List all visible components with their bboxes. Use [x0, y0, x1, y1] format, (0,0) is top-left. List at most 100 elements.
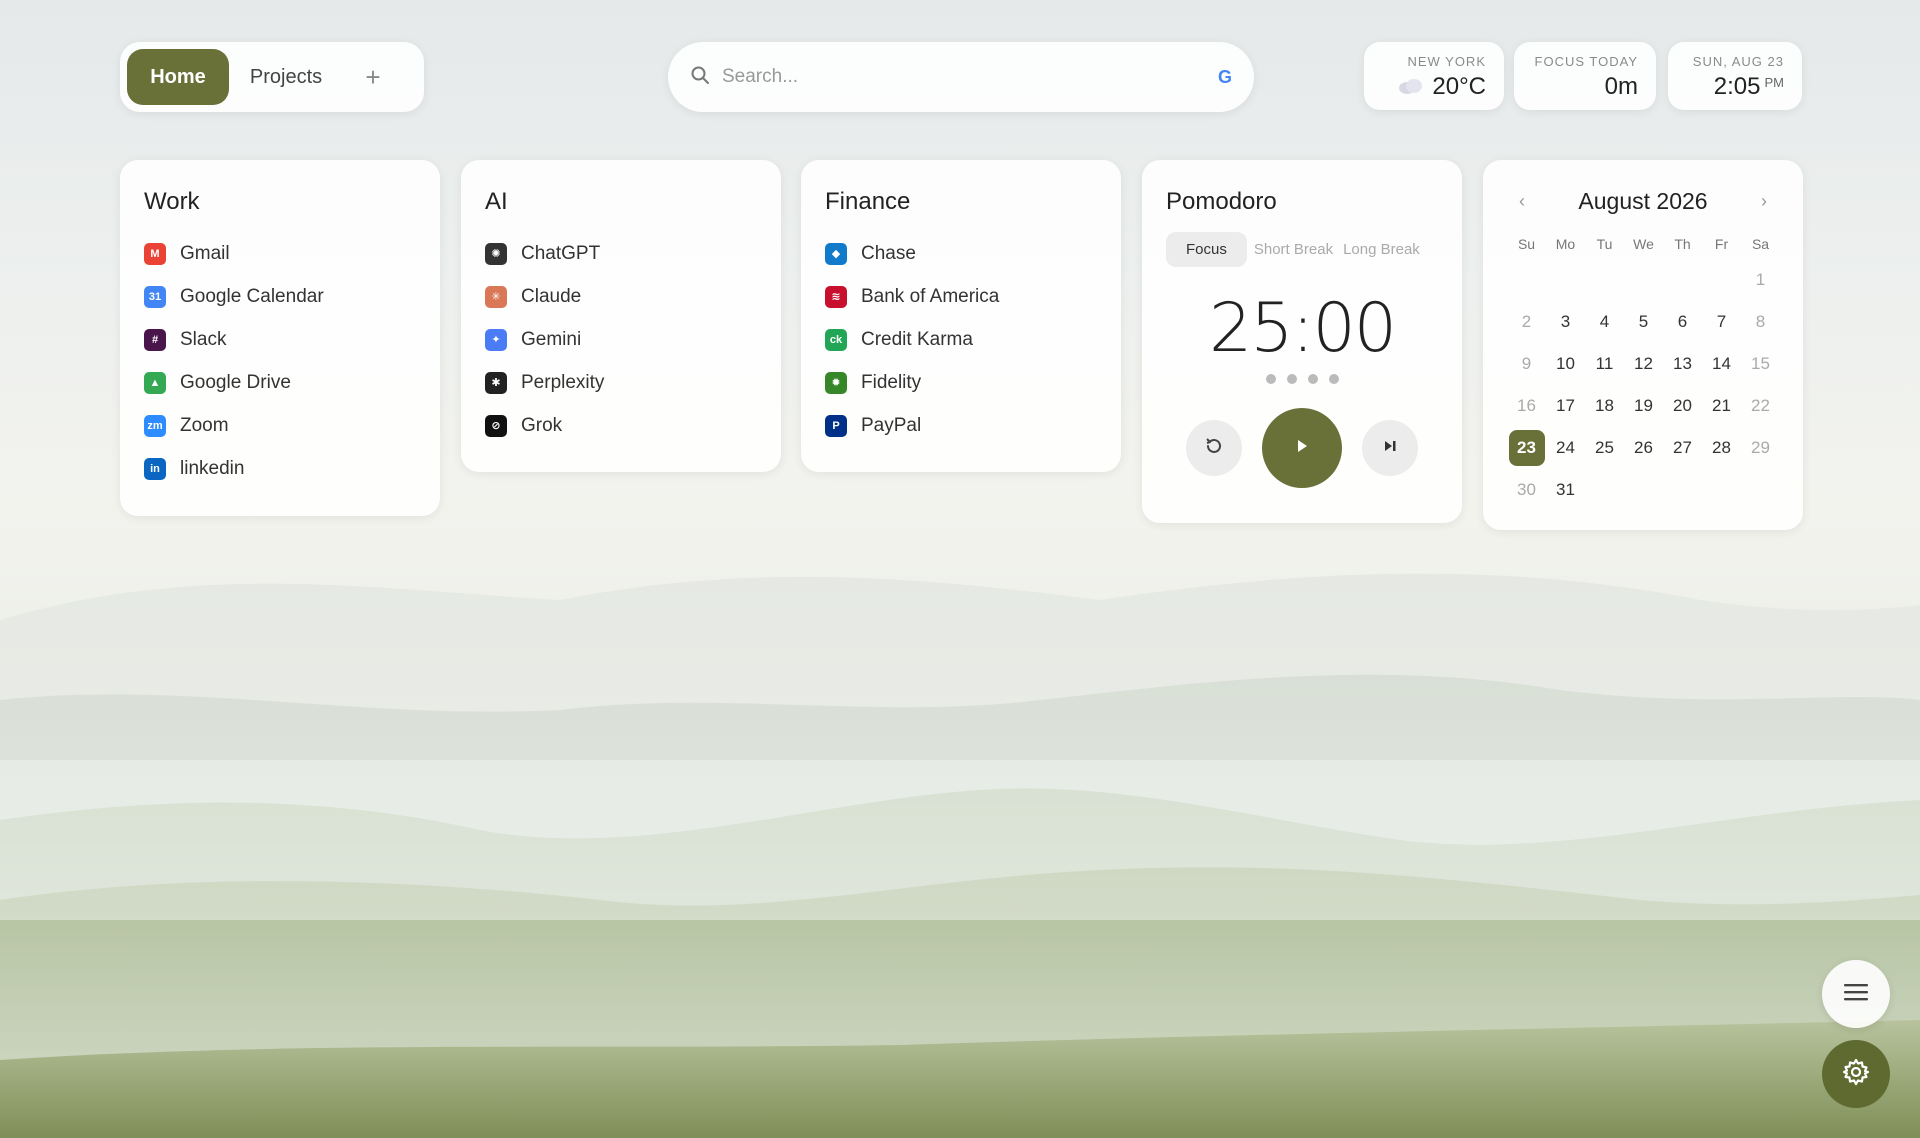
calendar-day[interactable]: 14 — [1702, 343, 1741, 385]
session-dot — [1328, 374, 1339, 384]
calendar-day[interactable]: 2 — [1507, 301, 1546, 343]
link-label: ChatGPT — [521, 242, 601, 264]
search-input[interactable] — [722, 66, 1218, 88]
weekday-label: Su — [1517, 236, 1536, 252]
calendar-day[interactable]: 9 — [1507, 343, 1546, 385]
calendar-day[interactable]: 12 — [1624, 343, 1663, 385]
calendar-day[interactable]: 15 — [1741, 343, 1780, 385]
link-perplexity[interactable]: ✱ Perplexity — [485, 361, 757, 404]
link-credit-karma[interactable]: ck Credit Karma — [825, 318, 1097, 361]
next-month-icon[interactable]: › — [1761, 191, 1767, 212]
calendar-day[interactable]: 22 — [1741, 385, 1780, 427]
calendar-card: ‹ August 2026 › Su Mo Tu We Th Fr Sa 1 2 3 4 5 6 7 8 9 1… — [1483, 160, 1803, 530]
link-label: Gmail — [180, 242, 230, 264]
calendar-day-today[interactable]: 23 — [1507, 427, 1546, 469]
link-label: Perplexity — [521, 371, 605, 393]
link-chase[interactable]: ◆ Chase — [825, 232, 1097, 275]
weekday-label: Th — [1674, 236, 1691, 252]
linkedin-icon: in — [144, 457, 166, 480]
mode-short-break[interactable]: Short Break — [1249, 241, 1338, 258]
settings-button[interactable] — [1822, 1040, 1890, 1108]
tab-home[interactable]: Home — [127, 49, 229, 105]
calendar-day[interactable]: 8 — [1741, 301, 1780, 343]
link-gemini[interactable]: ✦ Gemini — [485, 318, 757, 361]
calendar-day[interactable]: 21 — [1702, 385, 1741, 427]
link-zoom[interactable]: zm Zoom — [144, 404, 416, 447]
calendar-day[interactable]: 20 — [1663, 385, 1702, 427]
session-dot — [1307, 374, 1318, 384]
clock-widget: SUN, AUG 23 2:05 PM — [1668, 42, 1802, 110]
tab-projects[interactable]: Projects — [229, 49, 343, 105]
gmail-icon: M — [144, 242, 166, 265]
calendar-day[interactable]: 17 — [1546, 385, 1585, 427]
menu-button[interactable] — [1822, 960, 1890, 1028]
calendar-empty-cell — [1546, 259, 1585, 301]
link-google-drive[interactable]: ▲ Google Drive — [144, 361, 416, 404]
menu-icon — [1843, 982, 1869, 1007]
calendar-day[interactable]: 13 — [1663, 343, 1702, 385]
pomodoro-title: Pomodoro — [1166, 188, 1277, 215]
calendar-day[interactable]: 31 — [1546, 469, 1585, 511]
calendar-day[interactable]: 3 — [1546, 301, 1585, 343]
link-gmail[interactable]: M Gmail — [144, 232, 416, 275]
weekday-label: Fr — [1714, 236, 1729, 252]
calendar-day[interactable]: 30 — [1507, 469, 1546, 511]
zoom-icon: zm — [144, 414, 166, 437]
link-linkedin[interactable]: in linkedin — [144, 447, 416, 490]
calendar-empty-cell — [1585, 259, 1624, 301]
calendar-day[interactable]: 28 — [1702, 427, 1741, 469]
calendar-day[interactable]: 7 — [1702, 301, 1741, 343]
calendar-day[interactable]: 25 — [1585, 427, 1624, 469]
link-label: Grok — [521, 414, 563, 436]
focus-widget: FOCUS TODAY 0m — [1514, 42, 1656, 110]
calendar-day[interactable]: 26 — [1624, 427, 1663, 469]
calendar-title: August 2026 — [1578, 188, 1708, 214]
finance-title: Finance — [825, 188, 911, 215]
link-label: Zoom — [180, 414, 229, 436]
link-slack[interactable]: # Slack — [144, 318, 416, 361]
link-grok[interactable]: ⊘ Grok — [485, 404, 757, 447]
link-paypal[interactable]: P PayPal — [825, 404, 1097, 447]
calendar-day[interactable]: 27 — [1663, 427, 1702, 469]
paypal-icon: P — [825, 414, 847, 437]
fidelity-icon: ✹ — [825, 371, 847, 394]
add-tab-button[interactable]: + — [343, 49, 403, 105]
mode-focus[interactable]: Focus — [1166, 232, 1247, 267]
calendar-empty-cell — [1663, 259, 1702, 301]
link-label: linkedin — [180, 457, 245, 479]
link-bank-of-america[interactable]: ≋ Bank of America — [825, 275, 1097, 318]
skip-button[interactable] — [1362, 420, 1418, 476]
link-label: Google Drive — [180, 371, 291, 393]
calendar-day[interactable]: 19 — [1624, 385, 1663, 427]
link-claude[interactable]: ✳ Claude — [485, 275, 757, 318]
session-dots — [1166, 374, 1438, 384]
calendar-day[interactable]: 24 — [1546, 427, 1585, 469]
link-fidelity[interactable]: ✹ Fidelity — [825, 361, 1097, 404]
calendar-day[interactable]: 4 — [1585, 301, 1624, 343]
prev-month-icon[interactable]: ‹ — [1519, 191, 1525, 212]
timer-display: 25:00 — [1209, 289, 1397, 368]
bank-of-america-icon: ≋ — [825, 285, 847, 308]
chatgpt-icon: ✺ — [485, 242, 507, 265]
calendar-day[interactable]: 1 — [1741, 259, 1780, 301]
link-label: Slack — [180, 328, 227, 350]
reset-button[interactable] — [1186, 420, 1242, 476]
calendar-day[interactable]: 5 — [1624, 301, 1663, 343]
google-icon[interactable]: G — [1218, 67, 1232, 88]
calendar-day[interactable]: 10 — [1546, 343, 1585, 385]
calendar-day[interactable]: 6 — [1663, 301, 1702, 343]
mode-long-break[interactable]: Long Break — [1338, 241, 1425, 258]
link-google-calendar[interactable]: 31 Google Calendar — [144, 275, 416, 318]
link-chatgpt[interactable]: ✺ ChatGPT — [485, 232, 757, 275]
calendar-day[interactable]: 18 — [1585, 385, 1624, 427]
calendar-empty-cell — [1624, 259, 1663, 301]
calendar-day[interactable]: 16 — [1507, 385, 1546, 427]
clock-time: 2:05 — [1713, 73, 1761, 100]
calendar-day[interactable]: 11 — [1585, 343, 1624, 385]
play-button[interactable] — [1262, 408, 1342, 488]
work-title: Work — [144, 188, 200, 215]
finance-card: Finance ◆ Chase ≋ Bank of America ck Credit K… — [801, 160, 1121, 472]
play-icon — [1293, 437, 1311, 460]
calendar-day[interactable]: 29 — [1741, 427, 1780, 469]
session-dot — [1286, 374, 1297, 384]
